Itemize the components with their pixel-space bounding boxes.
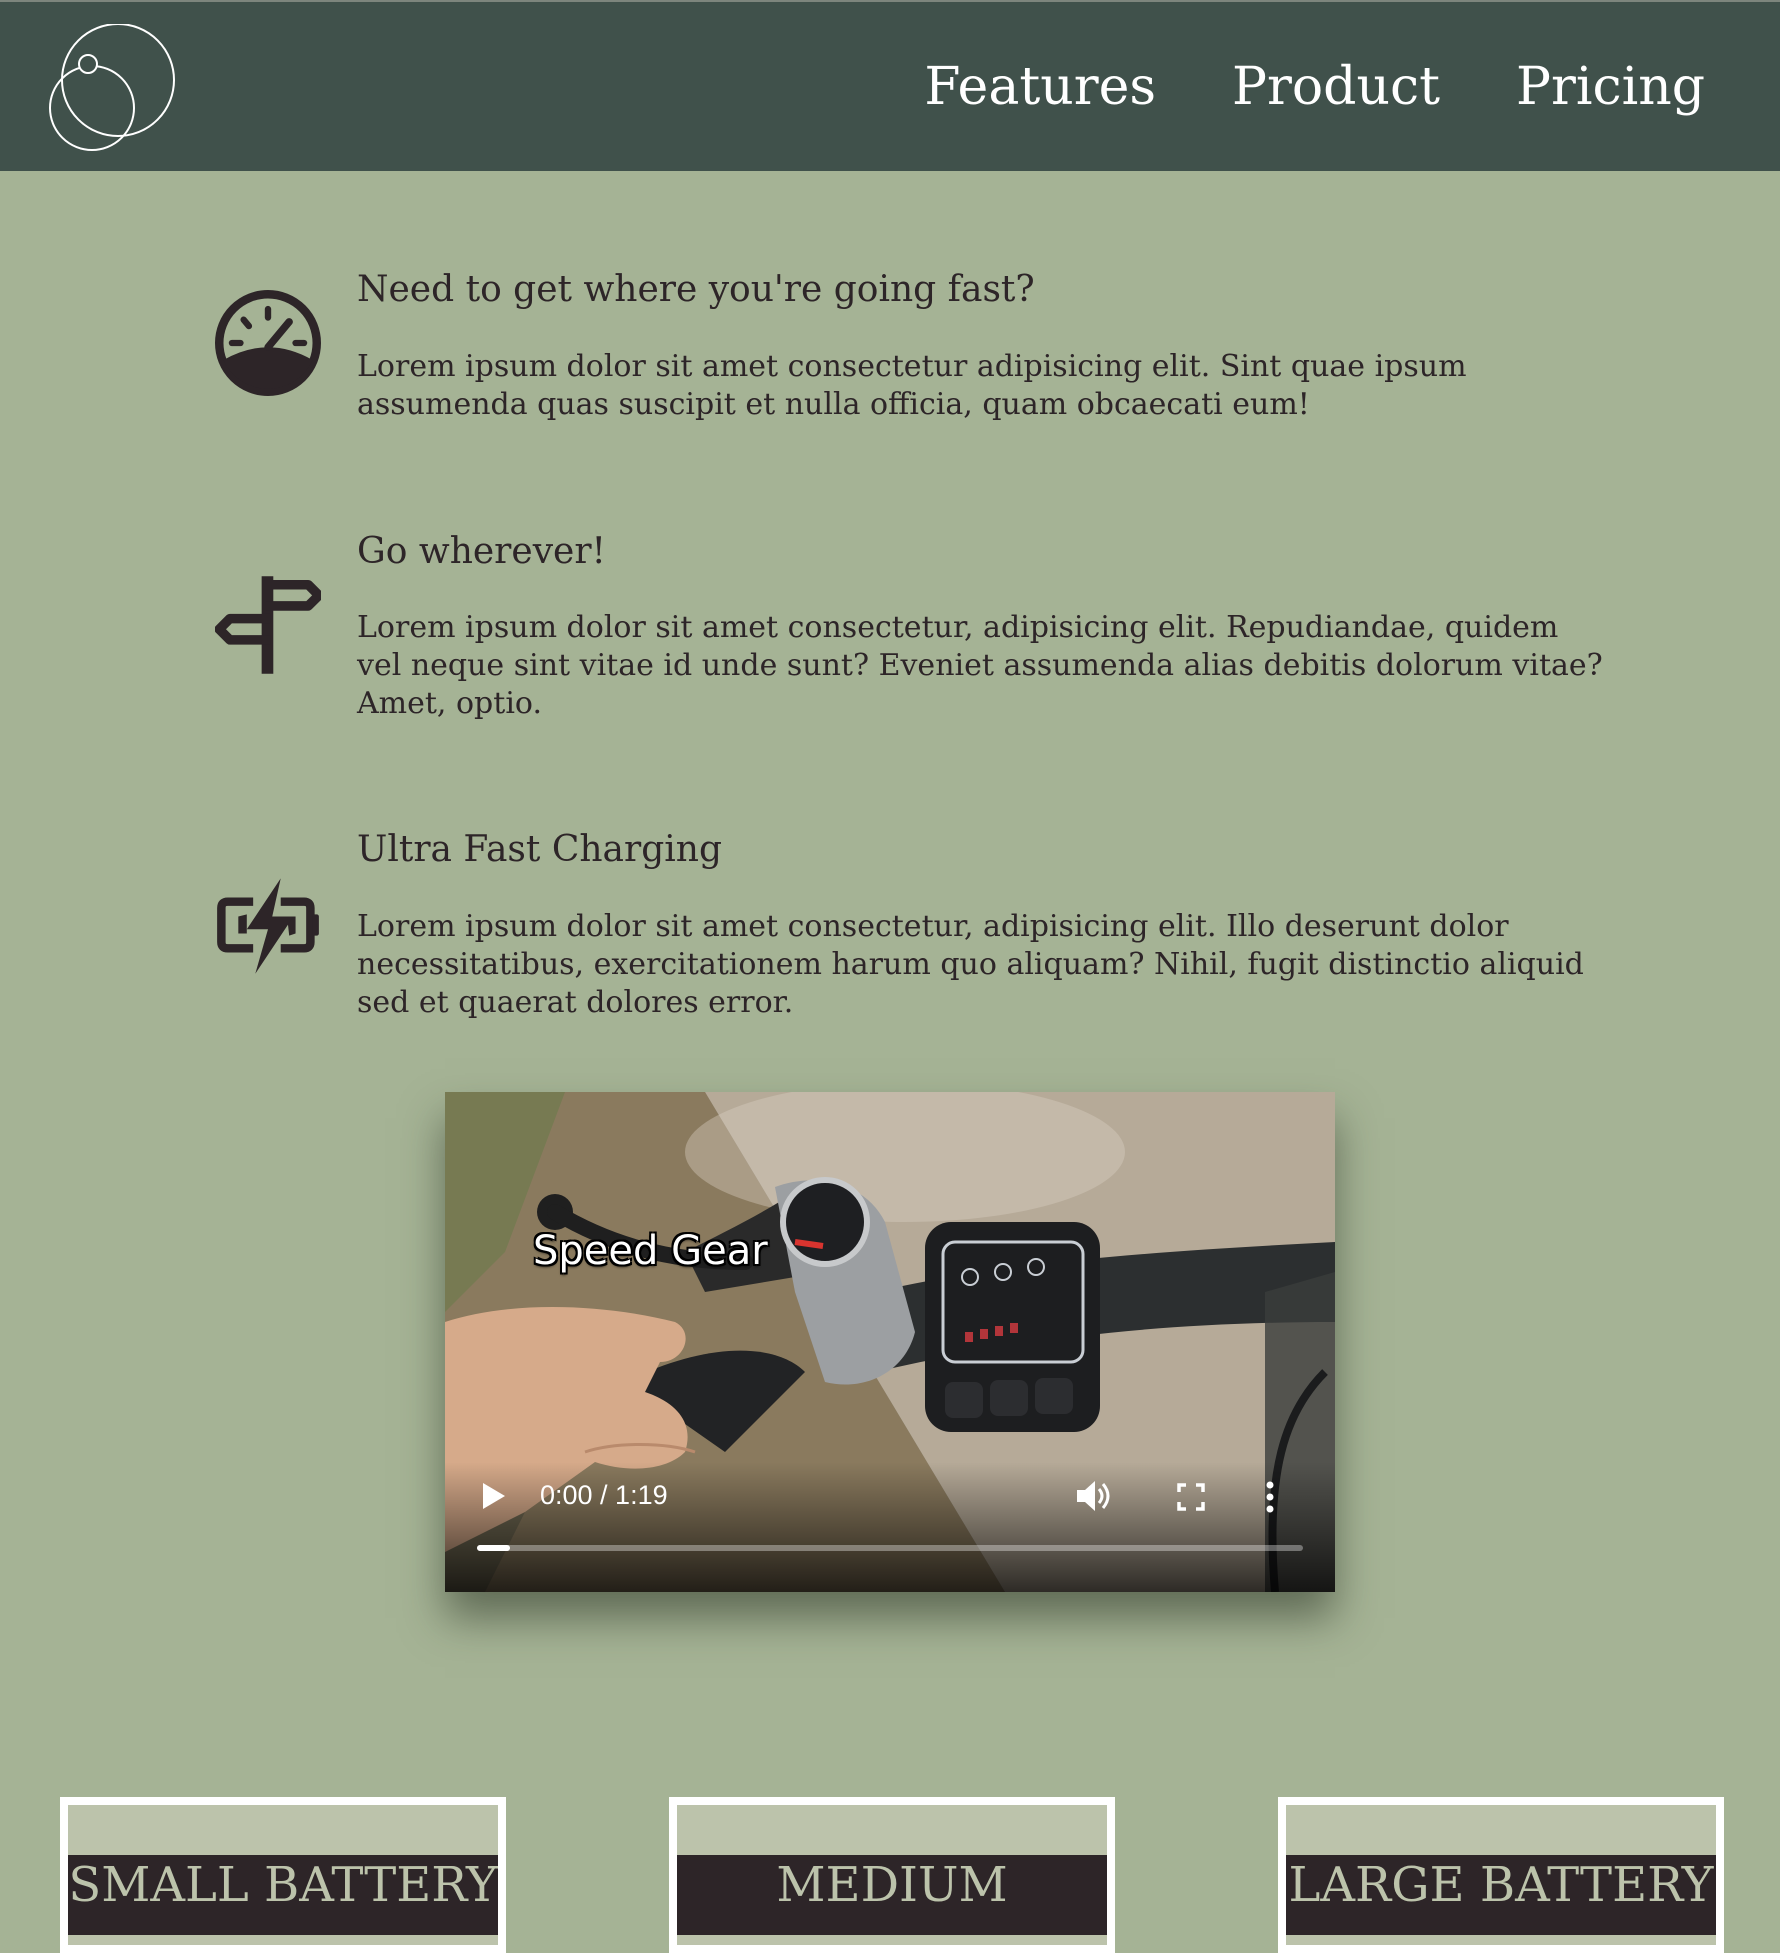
pricing-card-large[interactable]: LARGE BATTERY	[1278, 1797, 1724, 1953]
feature-body: Lorem ipsum dolor sit amet consectetur, …	[357, 610, 1603, 721]
video-player[interactable]: Speed Gear 0:00 / 1:19	[445, 1092, 1335, 1592]
more-options-icon[interactable]	[1263, 1480, 1277, 1514]
play-icon[interactable]	[481, 1482, 507, 1510]
video-caption: Speed Gear	[533, 1228, 768, 1274]
pricing-card-title: MEDIUM	[677, 1855, 1107, 1935]
volume-icon[interactable]	[1075, 1479, 1111, 1513]
feature-body: Lorem ipsum dolor sit amet consectetur, …	[357, 909, 1584, 1020]
logo-icon[interactable]	[40, 24, 180, 152]
signpost-icon	[215, 576, 321, 674]
video-seek-bar[interactable]	[477, 1545, 1303, 1551]
speedometer-icon	[215, 290, 321, 396]
pricing-card-medium[interactable]: MEDIUM	[669, 1797, 1115, 1953]
pricing-card-title: SMALL BATTERY	[68, 1855, 498, 1935]
nav-link-product[interactable]: Product	[1232, 61, 1440, 113]
pricing-card-small[interactable]: SMALL BATTERY	[60, 1797, 506, 1953]
main-nav: Features Product Pricing	[924, 2, 1705, 171]
video-time: 0:00 / 1:19	[540, 1480, 668, 1510]
feature-body: Lorem ipsum dolor sit amet consectetur a…	[357, 349, 1467, 422]
fullscreen-icon[interactable]	[1177, 1483, 1205, 1511]
feature-title: Ultra Fast Charging	[357, 829, 723, 870]
pricing-card-title: LARGE BATTERY	[1286, 1855, 1716, 1935]
feature-title: Need to get where you're going fast?	[357, 269, 1035, 310]
battery-charging-icon	[217, 878, 319, 974]
nav-link-features[interactable]: Features	[924, 61, 1156, 113]
video-progress	[477, 1545, 511, 1551]
feature-title: Go wherever!	[357, 531, 607, 572]
site-header: Features Product Pricing	[0, 2, 1780, 171]
nav-link-pricing[interactable]: Pricing	[1516, 61, 1705, 113]
